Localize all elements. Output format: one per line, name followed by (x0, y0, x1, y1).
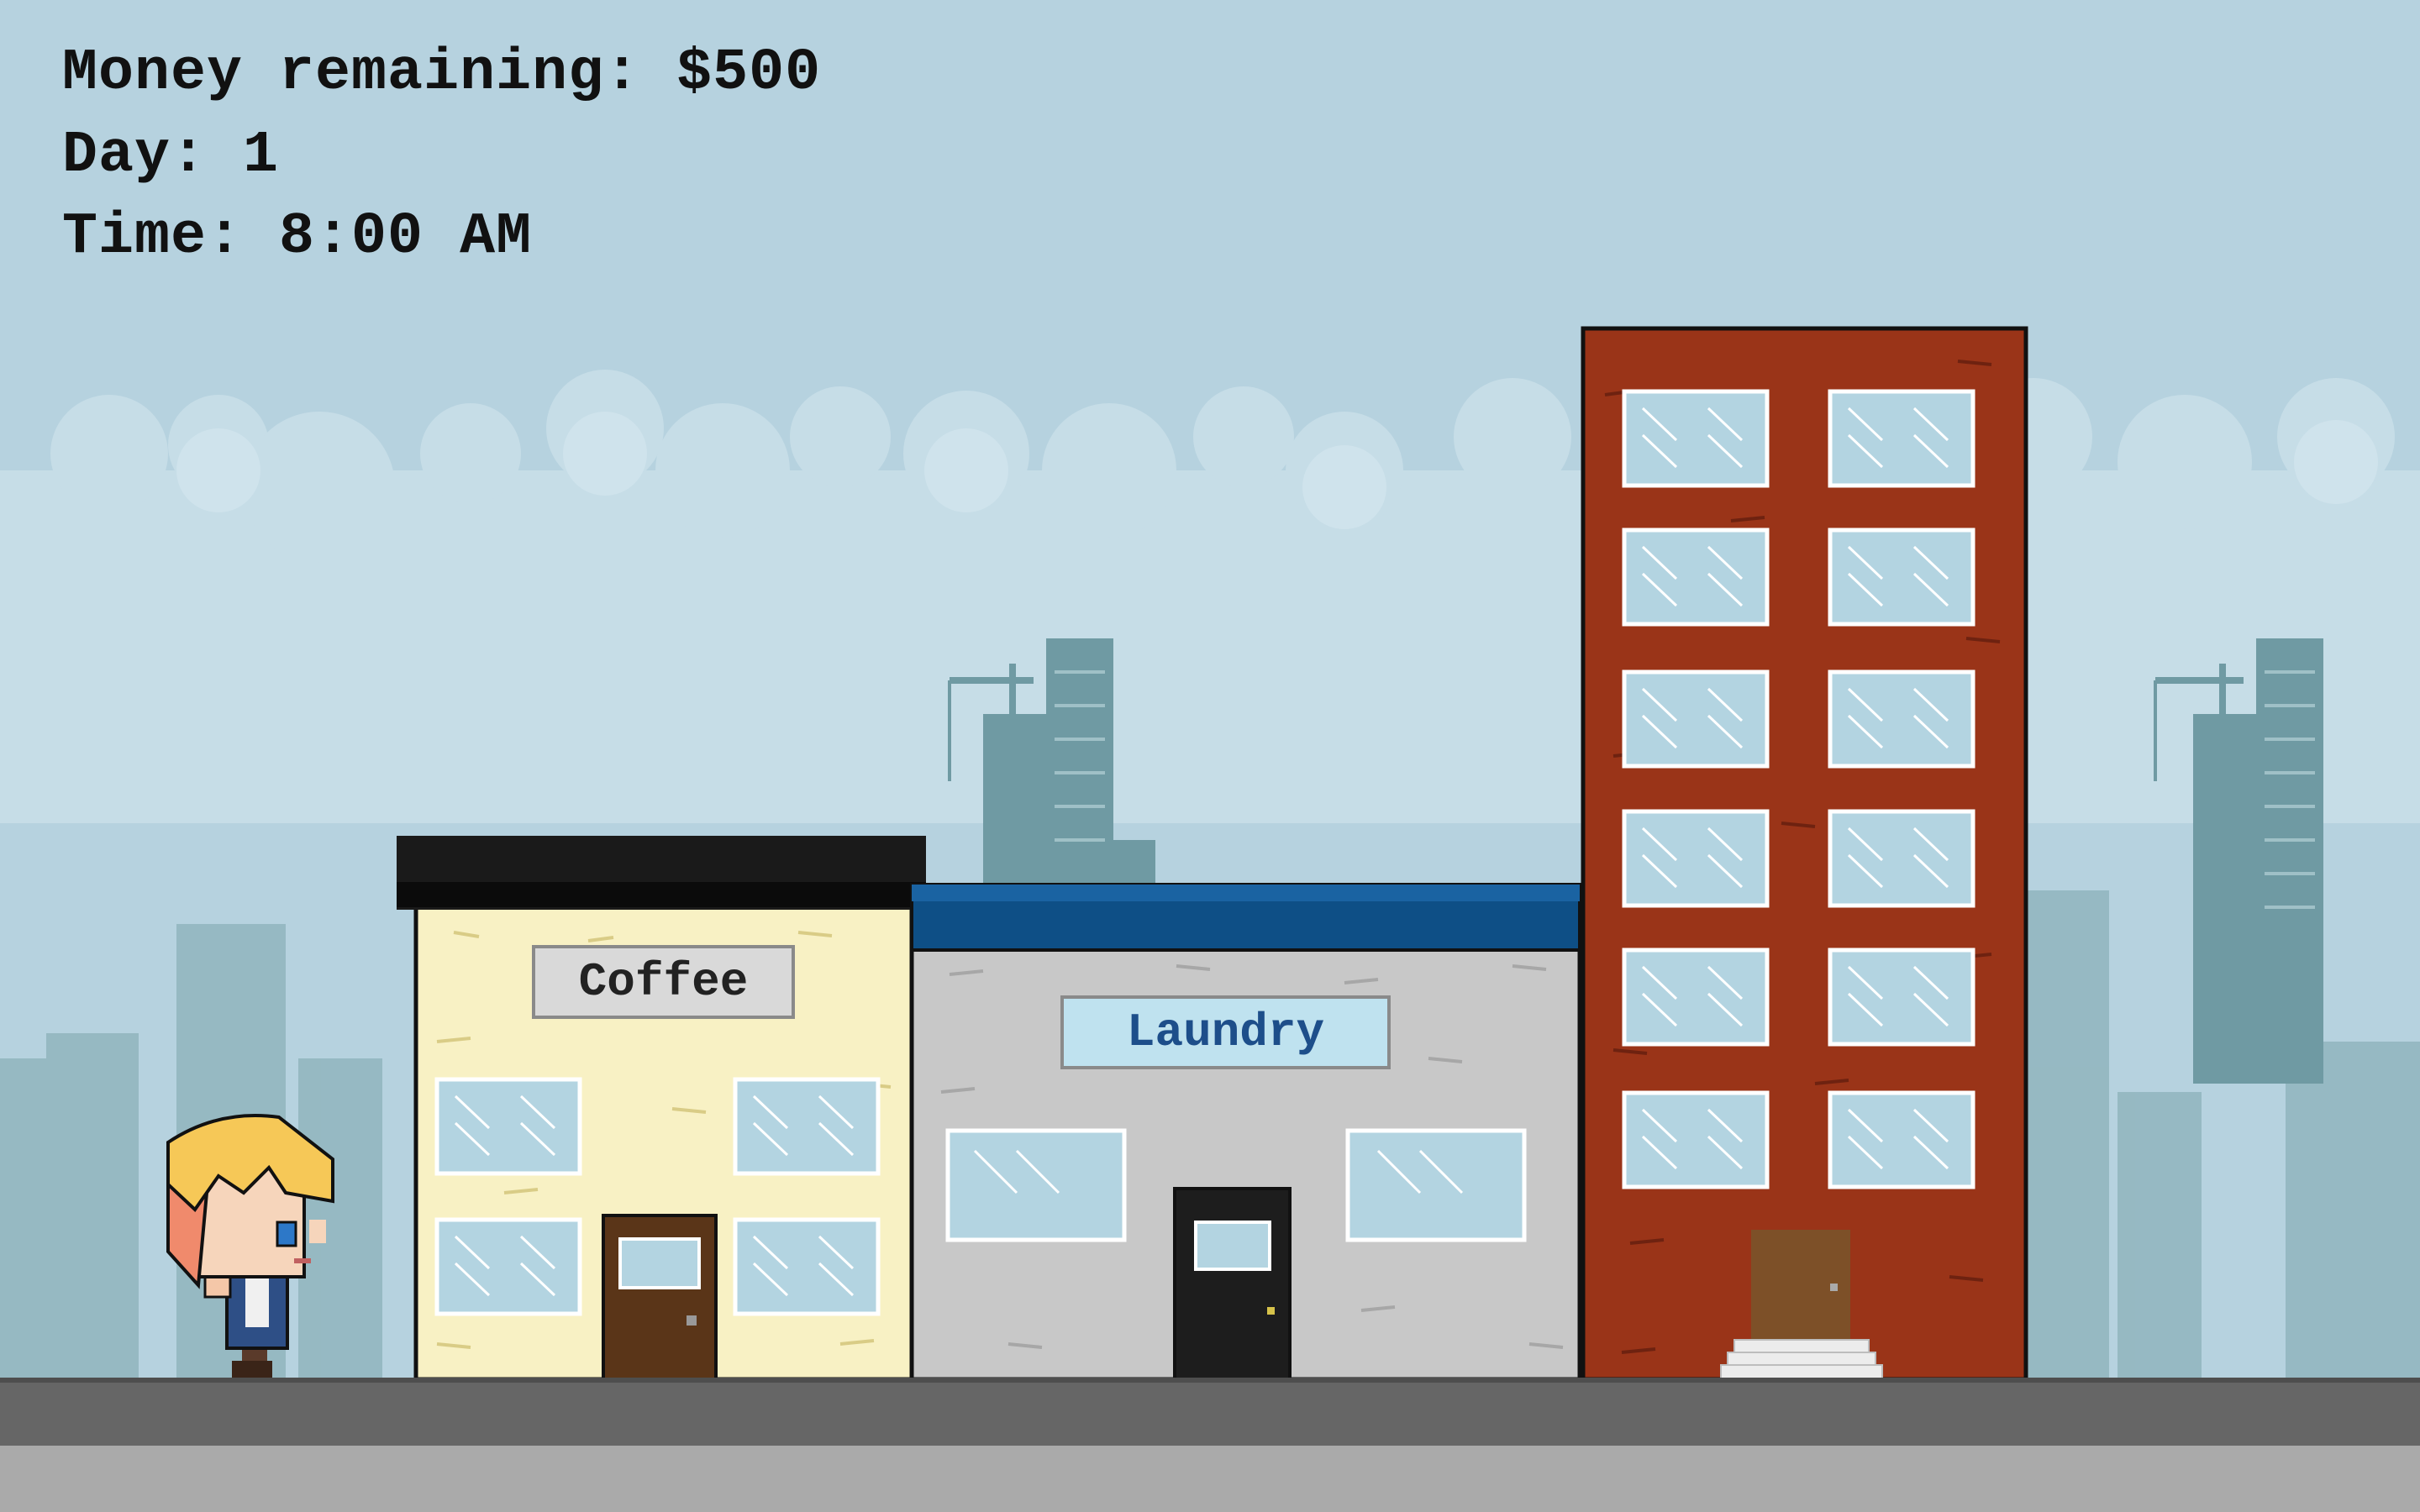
apartment-window (1624, 811, 1767, 906)
coffee-window (735, 1079, 878, 1173)
apartment-window (1624, 530, 1767, 624)
coffee-shop-building[interactable] (397, 836, 926, 1382)
laundry-door[interactable] (1173, 1187, 1292, 1381)
sidewalk (0, 1446, 2420, 1512)
apartment-window (1624, 672, 1767, 766)
laundry-window (945, 1128, 1127, 1242)
street (0, 1380, 2420, 1446)
apartment-steps (1720, 1339, 1883, 1380)
apartment-window (1830, 811, 1973, 906)
apartment-window (1830, 530, 1973, 624)
apartment-window (1830, 950, 1973, 1044)
apartment-window (1624, 950, 1767, 1044)
coffee-window (437, 1220, 580, 1314)
day-counter-label: Day: 1 (62, 123, 280, 189)
apartment-window (1830, 391, 1973, 486)
apartment-window (1830, 672, 1973, 766)
money-remaining-label: Money remaining: $500 (62, 40, 822, 107)
apartment-window (1830, 1093, 1973, 1187)
coffee-window (735, 1220, 878, 1314)
apartment-window (1624, 391, 1767, 486)
laundry-window (1345, 1128, 1527, 1242)
laundry-sign: Laundry (1060, 995, 1391, 1069)
laundry-building[interactable] (909, 883, 1582, 1382)
apartment-building[interactable] (1581, 326, 2028, 1382)
apartment-window (1624, 1093, 1767, 1187)
cloud-band (0, 370, 2420, 823)
coffee-window (437, 1079, 580, 1173)
time-of-day-label: Time: 8:00 AM (62, 204, 533, 270)
coffee-sign: Coffee (532, 945, 795, 1019)
